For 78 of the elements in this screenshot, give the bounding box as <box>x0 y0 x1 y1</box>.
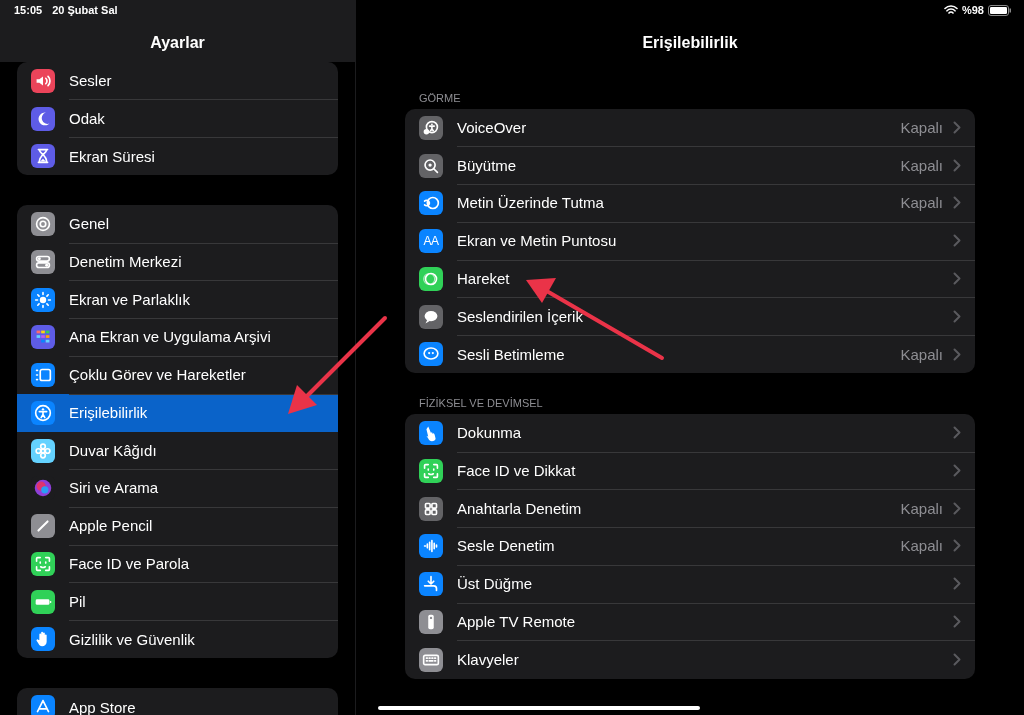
battery-icon <box>988 4 1012 16</box>
chevron-icon <box>953 309 961 323</box>
flower-icon <box>31 438 55 463</box>
app-grid-icon <box>31 325 55 350</box>
settings-row[interactable]: VoiceOver Kapalı <box>405 109 975 147</box>
sidebar-item[interactable]: Ekran ve Parlaklık <box>17 280 338 319</box>
settings-row[interactable]: Sesle Denetim Kapalı <box>405 527 975 566</box>
settings-row[interactable]: Üst Düğme <box>405 565 975 603</box>
sidebar-item[interactable]: Sesler <box>17 62 338 100</box>
pointing-hand-icon <box>419 421 443 446</box>
settings-row[interactable]: Metin Üzerinde Tutma Kapalı <box>405 184 975 223</box>
chevron-icon <box>953 539 961 553</box>
face-scan-icon <box>31 551 55 576</box>
settings-row[interactable]: Seslendirilen İçerik <box>405 297 975 336</box>
settings-row[interactable]: Apple TV Remote <box>405 603 975 641</box>
keyboard-icon <box>419 647 443 672</box>
sidebar-item[interactable]: Denetim Merkezi <box>17 243 338 281</box>
home-indicator[interactable] <box>378 706 700 710</box>
text-size-icon: AA <box>419 229 443 254</box>
magnifier-icon <box>419 153 443 178</box>
speech-bubble-icon <box>419 304 443 329</box>
speaker-icon <box>31 68 55 93</box>
sidebar-item[interactable]: Ana Ekran ve Uygulama Arşivi <box>17 318 338 357</box>
remote-icon <box>419 609 443 634</box>
settings-row[interactable]: Face ID ve Dikkat <box>405 452 975 490</box>
battery-icon <box>31 589 55 614</box>
chevron-icon <box>953 463 961 477</box>
sidebar-item[interactable]: Duvar Kâğıdı <box>17 431 338 470</box>
accessibility-icon <box>31 400 55 425</box>
hand-icon <box>31 627 55 652</box>
multitask-icon <box>31 363 55 388</box>
four-squares-icon <box>419 496 443 521</box>
sidebar-title: Ayarlar <box>149 34 206 52</box>
sidebar-item[interactable]: Odak <box>17 99 338 138</box>
sun-icon <box>31 287 55 312</box>
chevron-icon <box>953 271 961 285</box>
settings-row[interactable]: Sesli Betimleme Kapalı <box>405 335 975 374</box>
settings-row[interactable]: Klavyeler <box>405 640 975 679</box>
chevron-icon <box>953 653 961 667</box>
waveform-icon <box>419 534 443 559</box>
battery-percent: %98 <box>961 4 984 16</box>
wifi-icon <box>943 5 958 15</box>
status-date: 20 Şubat Sal <box>52 4 118 18</box>
sidebar-item[interactable]: Erişilebilirlik <box>17 394 338 432</box>
accessibility-icon <box>419 115 443 140</box>
chevron-icon <box>953 426 961 440</box>
status-time: 15:05 <box>14 4 43 18</box>
chevron-icon <box>953 347 961 361</box>
sidebar-item[interactable]: Genel <box>17 205 338 243</box>
sidebar-item[interactable]: Siri ve Arama <box>17 469 338 508</box>
sidebar-item[interactable]: Ekran Süresi <box>17 137 338 176</box>
chevron-icon <box>953 120 961 134</box>
face-scan-icon <box>419 458 443 483</box>
toggles-icon <box>31 249 55 274</box>
sidebar-item[interactable]: Gizlilik ve Güvenlik <box>17 620 338 659</box>
pencil-icon <box>31 514 55 539</box>
chevron-icon <box>953 196 961 210</box>
chevron-icon <box>953 158 961 172</box>
settings-row[interactable]: AA Ekran ve Metin Puntosu <box>405 222 975 260</box>
settings-row[interactable]: Anahtarla Denetim Kapalı <box>405 489 975 528</box>
sidebar-item[interactable]: Apple Pencil <box>17 507 338 545</box>
settings-row[interactable]: Büyütme Kapalı <box>405 146 975 185</box>
page-title: Erişilebilirlik <box>641 34 739 53</box>
moon-icon <box>31 106 55 131</box>
sidebar-item[interactable]: App Store <box>17 688 338 715</box>
hourglass-icon <box>31 144 55 169</box>
settings-row[interactable]: Dokunma <box>405 414 975 452</box>
gear-icon <box>31 212 55 237</box>
speech-bubble-icon <box>419 342 443 367</box>
sidebar-item[interactable]: Face ID ve Parola <box>17 545 338 583</box>
chevron-icon <box>953 577 961 591</box>
sidebar-item[interactable]: Pil <box>17 582 338 621</box>
section-header: FİZİKSEL VE DEVİMSEL <box>418 396 544 412</box>
section-header: GÖRME <box>418 91 462 106</box>
app-store-icon <box>31 695 55 715</box>
chevron-icon <box>953 501 961 515</box>
chevron-icon <box>953 234 961 248</box>
chevron-icon <box>953 614 961 628</box>
